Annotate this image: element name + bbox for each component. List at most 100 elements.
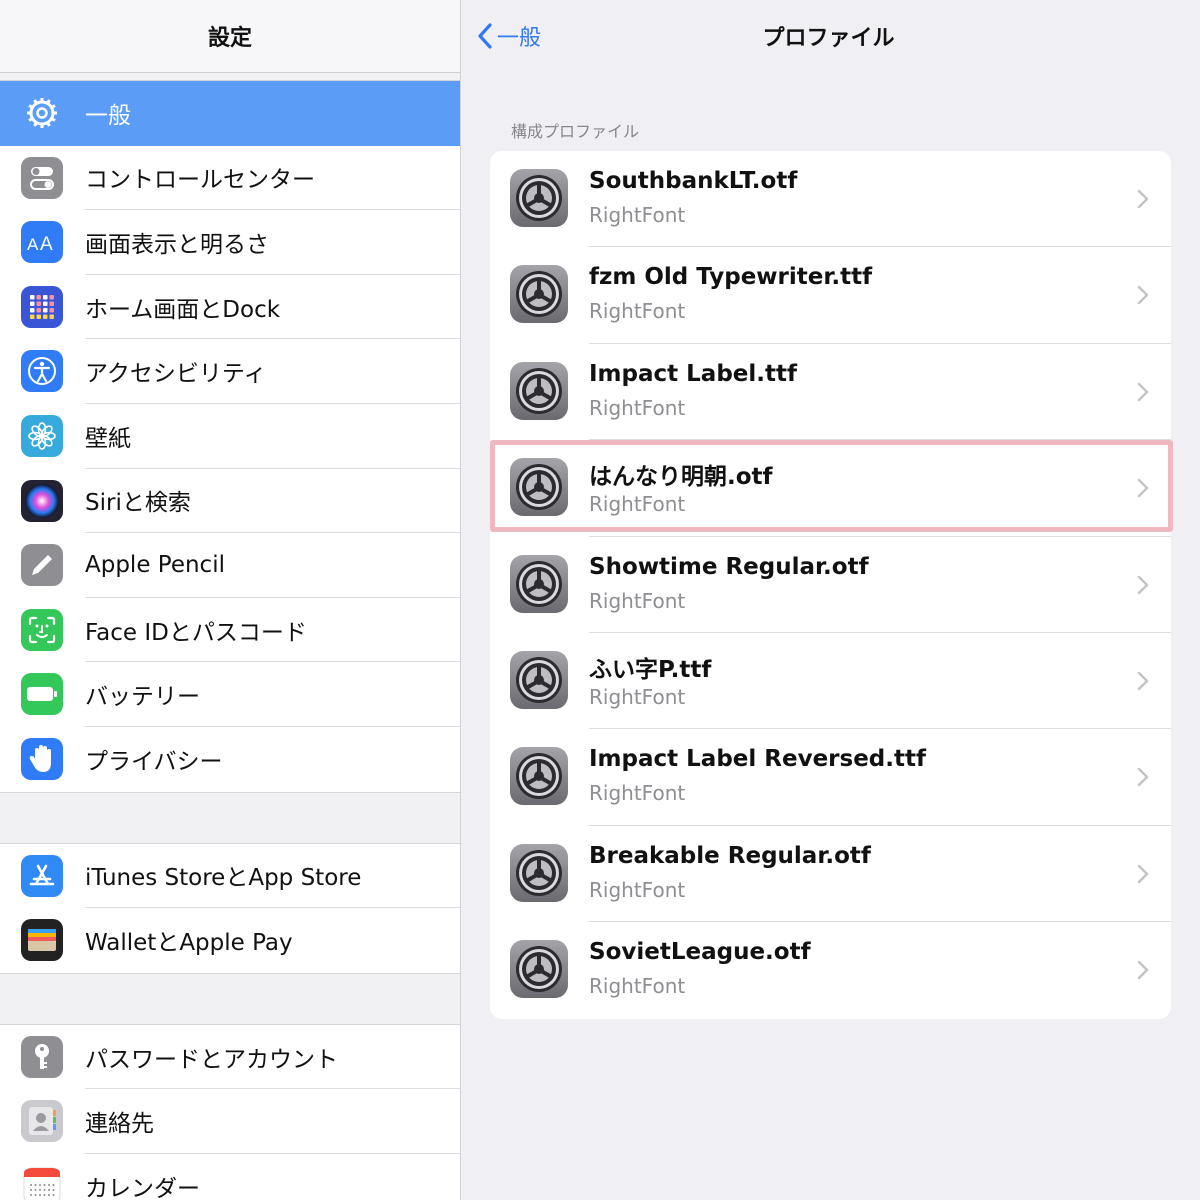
svg-text:A: A bbox=[27, 235, 39, 254]
profile-row[interactable]: ふい字P.ttf RightFont bbox=[490, 633, 1171, 730]
siri-icon bbox=[21, 479, 63, 522]
chevron-right-icon bbox=[1137, 864, 1149, 888]
navigation-bar: 一般 プロファイル bbox=[461, 0, 1200, 72]
profile-subtitle: RightFont bbox=[589, 877, 686, 902]
sidebar-title: 設定 bbox=[0, 0, 460, 73]
sidebar-group: 一般コントロールセンター A A 画面表示と明るさ ホーム画面とDock アクセシビリティ… bbox=[0, 80, 460, 793]
profile-name: SovietLeague.otf bbox=[589, 939, 811, 966]
sidebar-item-label: Face IDとパスコード bbox=[85, 598, 460, 663]
sidebar-group: パスワードとアカウント 連絡先カレンダー bbox=[0, 1023, 460, 1200]
chevron-right-icon bbox=[1137, 189, 1149, 213]
profile-subtitle: RightFont bbox=[589, 395, 686, 420]
profile-row[interactable]: SovietLeague.otf RightFont bbox=[490, 922, 1171, 1018]
profile-subtitle: RightFont bbox=[589, 492, 686, 517]
battery-icon bbox=[21, 673, 63, 716]
settings-gear-icon bbox=[510, 650, 568, 709]
app-store-icon bbox=[21, 854, 63, 897]
sidebar-item[interactable]: バッテリー bbox=[0, 662, 460, 727]
sidebar-item[interactable]: A A 画面表示と明るさ bbox=[0, 210, 460, 275]
settings-gear-icon bbox=[510, 747, 568, 806]
sidebar-item[interactable]: WalletとApple Pay bbox=[0, 908, 460, 973]
profile-row[interactable]: Impact Label Reversed.ttf RightFont bbox=[490, 729, 1171, 826]
profile-subtitle: RightFont bbox=[589, 974, 686, 999]
profile-subtitle: RightFont bbox=[589, 203, 686, 227]
profile-name: SouthbankLT.otf bbox=[589, 168, 798, 194]
profile-subtitle: RightFont bbox=[589, 588, 686, 613]
settings-gear-icon bbox=[510, 940, 568, 999]
sidebar-item[interactable]: 壁紙 bbox=[0, 404, 460, 469]
sidebar-item[interactable]: Apple Pencil bbox=[0, 533, 460, 598]
profile-row[interactable]: はんなり明朝.otf RightFont bbox=[490, 440, 1171, 537]
sidebar-item[interactable]: カレンダー bbox=[0, 1154, 460, 1200]
chevron-right-icon bbox=[1137, 478, 1149, 502]
toggles-icon bbox=[21, 156, 63, 199]
sidebar-item-label: パスワードとアカウント bbox=[85, 1025, 460, 1090]
chevron-right-icon bbox=[1137, 575, 1149, 599]
profile-subtitle: RightFont bbox=[589, 684, 686, 709]
sidebar-item-label: コントロールセンター bbox=[85, 146, 460, 211]
chevron-right-icon bbox=[1137, 285, 1149, 309]
sidebar-item[interactable]: 一般 bbox=[0, 81, 460, 146]
sidebar-item-label: カレンダー bbox=[85, 1176, 200, 1200]
sidebar-item[interactable]: パスワードとアカウント bbox=[0, 1025, 460, 1090]
settings-gear-icon bbox=[510, 843, 568, 902]
sidebar-item[interactable]: アクセシビリティ bbox=[0, 339, 460, 404]
wallet-icon bbox=[21, 919, 63, 962]
flower-icon bbox=[21, 414, 63, 457]
sidebar-item-label: 連絡先 bbox=[85, 1089, 460, 1154]
profile-row[interactable]: Breakable Regular.otf RightFont bbox=[490, 826, 1171, 923]
sidebar-item-label: Siriと検索 bbox=[85, 469, 460, 534]
profile-list: SouthbankLT.otf RightFont fzm Old Typewri… bbox=[490, 151, 1173, 1019]
sidebar-item-label: バッテリー bbox=[85, 662, 460, 727]
pencil-icon bbox=[21, 544, 63, 587]
settings-gear-icon bbox=[510, 265, 568, 324]
key-icon bbox=[21, 1035, 63, 1078]
calendar-icon bbox=[21, 1164, 63, 1200]
sidebar-item[interactable]: Siriと検索 bbox=[0, 469, 460, 534]
profile-subtitle: RightFont bbox=[589, 781, 686, 806]
profile-row[interactable]: Showtime Regular.otf RightFont bbox=[490, 537, 1171, 633]
profile-name: fzm Old Typewriter.ttf bbox=[589, 264, 873, 291]
sidebar-item[interactable]: コントロールセンター bbox=[0, 146, 460, 211]
profile-row[interactable]: Impact Label.ttf RightFont bbox=[490, 344, 1171, 441]
page-title: プロファイル bbox=[762, 26, 895, 51]
gear-icon bbox=[21, 92, 63, 134]
text-size-icon: AA bbox=[21, 221, 63, 264]
svg-text:A: A bbox=[40, 234, 53, 254]
accessibility-icon bbox=[21, 350, 63, 393]
hand-icon bbox=[21, 737, 63, 780]
profile-name: Impact Label.ttf bbox=[589, 360, 797, 387]
sidebar-item-label: Apple Pencil bbox=[85, 533, 460, 598]
profile-name: はんなり明朝.otf bbox=[589, 464, 773, 491]
profile-name: Impact Label Reversed.ttf bbox=[589, 746, 927, 773]
sidebar-item[interactable]: Face IDとパスコード bbox=[0, 598, 460, 663]
sidebar-item-label: 一般 bbox=[85, 103, 131, 130]
chevron-right-icon bbox=[1137, 767, 1149, 791]
settings-gear-icon bbox=[510, 361, 568, 420]
sidebar-item[interactable]: ホーム画面とDock bbox=[0, 275, 460, 340]
profile-name: Showtime Regular.otf bbox=[589, 553, 869, 580]
sidebar-item[interactable]: 連絡先 bbox=[0, 1089, 460, 1154]
profile-row[interactable]: fzm Old Typewriter.ttf RightFont bbox=[490, 247, 1171, 344]
sidebar-item[interactable]: iTunes StoreとApp Store bbox=[0, 844, 460, 909]
sidebar-item-label: 壁紙 bbox=[85, 404, 460, 469]
sidebar-item-label: アクセシビリティ bbox=[85, 339, 460, 404]
sidebar-item-label: 画面表示と明るさ bbox=[85, 210, 460, 275]
chevron-right-icon bbox=[1137, 382, 1149, 406]
profile-name: ふい字P.ttf bbox=[589, 656, 712, 683]
sidebar-item-label: iTunes StoreとApp Store bbox=[85, 844, 460, 909]
sidebar-item-label: ホーム画面とDock bbox=[85, 275, 460, 340]
sidebar-item[interactable]: プライバシー bbox=[0, 727, 460, 792]
profile-row[interactable]: SouthbankLT.otf RightFont bbox=[490, 151, 1171, 248]
sidebar-item-label: WalletとApple Pay bbox=[85, 930, 293, 957]
chevron-right-icon bbox=[1137, 671, 1149, 695]
settings-gear-icon bbox=[510, 554, 568, 613]
chevron-right-icon bbox=[1137, 960, 1149, 984]
face-id-icon bbox=[21, 608, 63, 651]
settings-gear-icon bbox=[510, 458, 568, 517]
sidebar-group: iTunes StoreとApp Store WalletとApple Pay bbox=[0, 842, 460, 974]
section-header: 構成プロファイル bbox=[511, 122, 640, 141]
profile-subtitle: RightFont bbox=[589, 299, 686, 324]
